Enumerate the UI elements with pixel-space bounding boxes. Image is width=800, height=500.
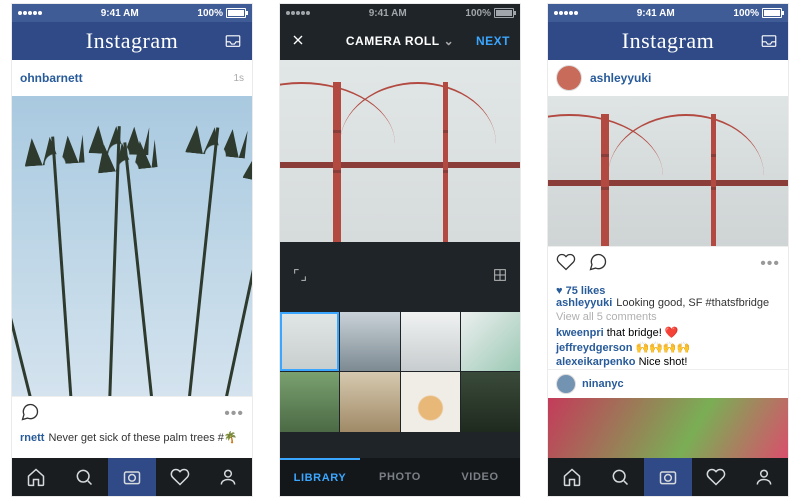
thumb[interactable] xyxy=(280,312,339,371)
close-icon[interactable] xyxy=(290,32,306,51)
tab-activity[interactable] xyxy=(156,458,204,496)
phone-feed: 9:41 AM 100% Instagram ohnbarnett 1s •••… xyxy=(12,4,252,496)
thumb[interactable] xyxy=(340,312,399,371)
thumb[interactable] xyxy=(401,312,460,371)
tab-bar xyxy=(548,458,788,496)
phone-feed-posted: 9:41 AM 100% Instagram ashleyyuki ••• ♥ … xyxy=(548,4,788,496)
app-logo: Instagram xyxy=(622,28,714,54)
inbox-icon[interactable] xyxy=(224,32,242,55)
tab-search[interactable] xyxy=(596,458,644,496)
status-time: 9:41 AM xyxy=(101,8,139,19)
phone-picker: 9:41 AM 100% CAMERA ROLL ⌄ NEXT xyxy=(280,4,520,496)
chevron-down-icon: ⌄ xyxy=(444,34,455,48)
status-bar: 9:41 AM 100% xyxy=(12,4,252,22)
comment: kweenpri that bridge! ❤️ xyxy=(548,325,788,340)
like-count[interactable]: ♥ 75 likes xyxy=(548,281,788,297)
post-caption: ashleyyukiLooking good, SF #thatsfbridge xyxy=(548,297,788,309)
next-button[interactable]: NEXT xyxy=(476,34,510,48)
more-icon[interactable]: ••• xyxy=(224,405,244,423)
comment: alexeikarpenko Nice shot! xyxy=(548,355,788,369)
next-post-image[interactable] xyxy=(548,398,788,458)
tab-camera[interactable] xyxy=(108,458,156,496)
more-icon[interactable]: ••• xyxy=(760,255,780,273)
thumb[interactable] xyxy=(401,372,460,431)
post-username[interactable]: ohnbarnett xyxy=(20,71,83,85)
status-battery: 100% xyxy=(197,8,223,19)
tab-activity[interactable] xyxy=(692,458,740,496)
tab-profile[interactable] xyxy=(204,458,252,496)
tab-library[interactable]: LIBRARY xyxy=(280,458,360,496)
tab-photo[interactable]: PHOTO xyxy=(360,458,440,496)
comment: jeffreydgerson 🙌🙌🙌🙌 xyxy=(548,340,788,355)
post-header: ohnbarnett 1s xyxy=(12,60,252,96)
post-actions: ••• xyxy=(12,396,252,431)
comment-icon[interactable] xyxy=(588,252,608,277)
tab-home[interactable] xyxy=(548,458,596,496)
comment-icon[interactable] xyxy=(20,402,40,427)
like-icon[interactable] xyxy=(556,252,576,277)
status-bar: 9:41 AM 100% xyxy=(280,4,520,22)
thumb[interactable] xyxy=(461,312,520,371)
tab-search[interactable] xyxy=(60,458,108,496)
crop-toolbar xyxy=(280,242,520,312)
avatar[interactable] xyxy=(556,374,576,394)
thumb[interactable] xyxy=(461,372,520,431)
tab-bar xyxy=(12,458,252,496)
view-all-comments[interactable]: View all 5 comments xyxy=(548,309,788,325)
source-title[interactable]: CAMERA ROLL xyxy=(346,34,440,48)
header: Instagram xyxy=(12,22,252,60)
post-username[interactable]: ashleyyuki xyxy=(590,71,651,85)
picker-header: CAMERA ROLL ⌄ NEXT xyxy=(280,22,520,60)
app-logo: Instagram xyxy=(86,28,178,54)
tab-video[interactable]: VIDEO xyxy=(440,458,520,496)
expand-icon[interactable] xyxy=(292,267,308,288)
camera-roll-grid xyxy=(280,312,520,432)
post-actions: ••• xyxy=(548,246,788,281)
avatar[interactable] xyxy=(556,65,582,91)
tab-camera[interactable] xyxy=(644,458,692,496)
thumb[interactable] xyxy=(340,372,399,431)
thumb[interactable] xyxy=(280,372,339,431)
header: Instagram xyxy=(548,22,788,60)
next-post-header: ninanyc xyxy=(548,369,788,398)
post-image[interactable] xyxy=(548,96,788,246)
source-tabs: LIBRARY PHOTO VIDEO xyxy=(280,458,520,496)
inbox-icon[interactable] xyxy=(760,32,778,55)
post-age: 1s xyxy=(233,73,244,84)
crop-preview[interactable] xyxy=(280,60,520,242)
tab-profile[interactable] xyxy=(740,458,788,496)
post-header: ashleyyuki xyxy=(548,60,788,96)
status-bar: 9:41 AM 100% xyxy=(548,4,788,22)
post-username[interactable]: ninanyc xyxy=(582,378,624,390)
layout-icon[interactable] xyxy=(492,267,508,288)
tab-home[interactable] xyxy=(12,458,60,496)
post-image[interactable] xyxy=(12,96,252,396)
post-caption: rnettNever get sick of these palm trees … xyxy=(12,431,252,444)
